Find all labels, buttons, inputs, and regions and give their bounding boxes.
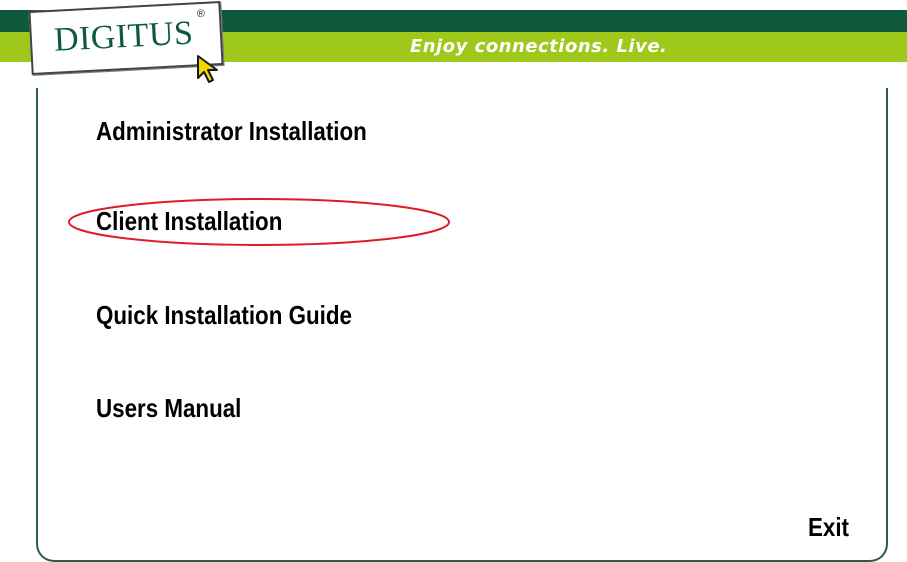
- header-tagline: Enjoy connections. Live.: [410, 36, 668, 57]
- administrator-installation-link[interactable]: Administrator Installation: [96, 116, 367, 147]
- cursor-arrow-icon: [197, 55, 218, 83]
- client-installation-link[interactable]: Client Installation: [96, 206, 282, 237]
- exit-link[interactable]: Exit: [808, 512, 849, 543]
- quick-installation-guide-link[interactable]: Quick Installation Guide: [96, 300, 352, 331]
- registered-mark: ®: [196, 7, 206, 21]
- logo-text: DIGITUS: [53, 14, 195, 59]
- installer-window: Enjoy connections. Live. DIGITUS ® Admin…: [0, 0, 907, 562]
- users-manual-link[interactable]: Users Manual: [96, 393, 241, 424]
- digitus-logo: DIGITUS ®: [28, 1, 224, 75]
